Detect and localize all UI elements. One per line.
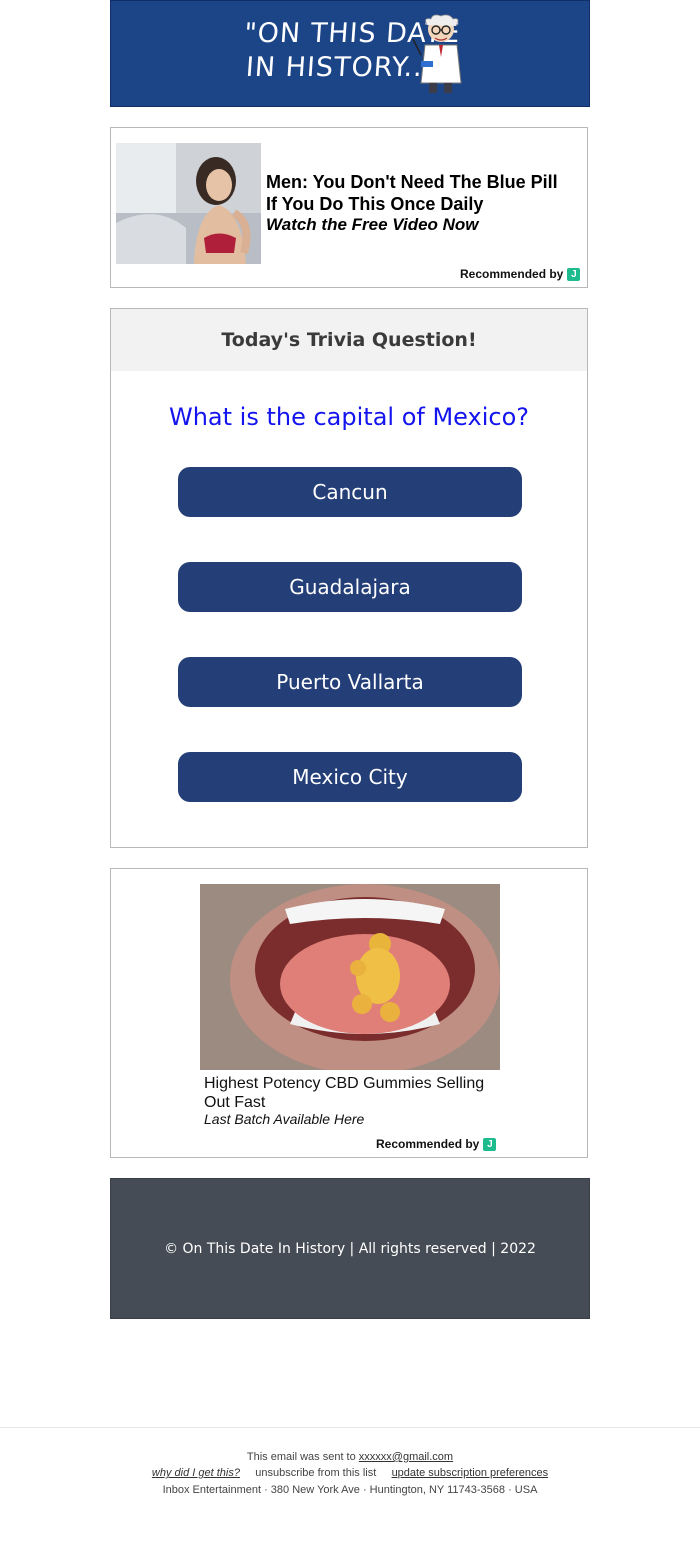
unsubscribe-link[interactable]: unsubscribe from this list — [255, 1467, 376, 1479]
answer-button-4[interactable]: Mexico City — [178, 752, 522, 802]
recommended-by-label[interactable]: Recommended by J — [460, 267, 581, 281]
sponsored-ad-top[interactable]: Men: You Don't Need The Blue Pill If You… — [110, 127, 588, 288]
trivia-header: Today's Trivia Question! — [111, 309, 587, 371]
ad-gummy-image[interactable] — [200, 884, 500, 1070]
ad-subline[interactable]: Last Batch Available Here — [204, 1111, 364, 1127]
mailing-address: Inbox Entertainment · 380 New York Ave ·… — [162, 1484, 538, 1496]
recommended-by-label[interactable]: Recommended by J — [376, 1137, 497, 1151]
sent-to-text: This email was sent to — [246, 1451, 359, 1463]
sponsored-ad-bottom[interactable]: Highest Potency CBD Gummies Selling Out … — [110, 868, 588, 1158]
update-preferences-link[interactable]: update subscription preferences — [392, 1467, 549, 1479]
recommended-by-text: Recommended by — [460, 267, 564, 281]
answer-button-2[interactable]: Guadalajara — [178, 562, 522, 612]
site-footer: © On This Date In History | All rights r… — [110, 1178, 590, 1319]
jeeng-logo-icon: J — [567, 267, 581, 281]
answer-button-1[interactable]: Cancun — [178, 467, 522, 517]
jeeng-logo-icon: J — [483, 1137, 497, 1151]
ad-headline[interactable]: Highest Potency CBD Gummies Selling Out … — [204, 1074, 504, 1112]
trivia-card: Today's Trivia Question! What is the cap… — [110, 308, 588, 848]
sent-to-line: This email was sent to xxxxxx@gmail.com — [0, 1451, 700, 1463]
professor-mascot-icon — [412, 14, 462, 93]
ad-subline[interactable]: Watch the Free Video Now — [266, 215, 479, 235]
ad-headline[interactable]: Men: You Don't Need The Blue Pill If You… — [266, 171, 566, 215]
recommended-by-text: Recommended by — [376, 1137, 480, 1151]
trivia-title: Today's Trivia Question! — [221, 329, 477, 351]
email-footer: This email was sent to xxxxxx@gmail.com … — [0, 1427, 700, 1541]
ad-thumbnail-image[interactable] — [116, 143, 261, 264]
trivia-question: What is the capital of Mexico? — [168, 403, 530, 431]
why-did-i-get-this-link[interactable]: why did I get this? — [152, 1467, 240, 1479]
email-links-line: why did I get this? unsubscribe from thi… — [0, 1467, 700, 1479]
header-banner: "ON THIS DATE IN HISTORY..." — [110, 0, 590, 107]
copyright-text: © On This Date In History | All rights r… — [164, 1241, 536, 1257]
answer-button-3[interactable]: Puerto Vallarta — [178, 657, 522, 707]
recipient-email-link[interactable]: xxxxxx@gmail.com — [359, 1451, 453, 1463]
